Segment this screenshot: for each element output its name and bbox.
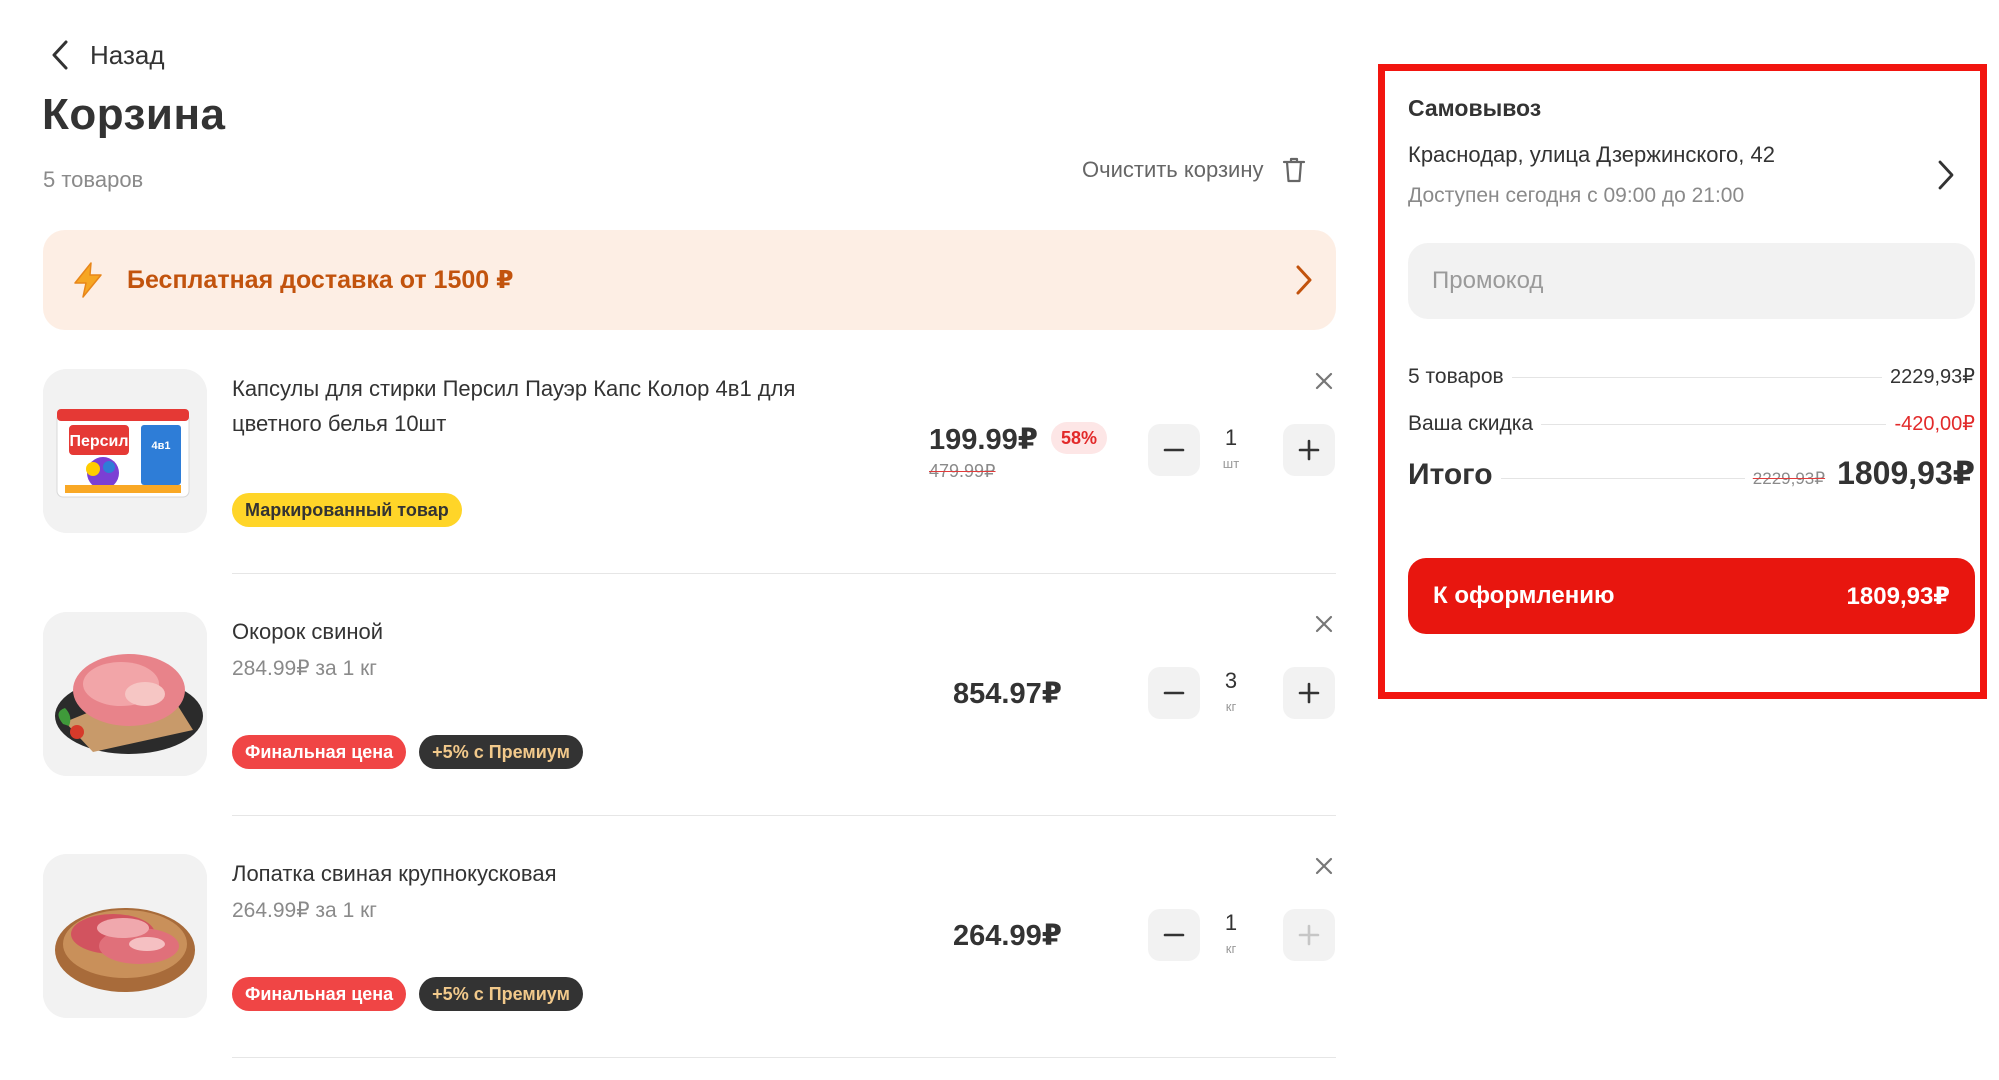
discount-value: -420,00₽ bbox=[1894, 413, 1975, 435]
checkout-total: 1809,93₽ bbox=[1846, 582, 1950, 610]
decrease-button[interactable] bbox=[1148, 424, 1200, 476]
clear-cart-button[interactable]: Очистить корзину bbox=[1082, 156, 1306, 184]
increase-button[interactable] bbox=[1283, 424, 1335, 476]
discount-label: Ваша скидка bbox=[1408, 412, 1534, 435]
minus-icon bbox=[1163, 933, 1185, 937]
item-divider bbox=[232, 1057, 1336, 1058]
quantity-value: 1 bbox=[1224, 425, 1238, 450]
product-name[interactable]: Лопатка свиная крупнокусковая bbox=[232, 856, 832, 891]
chevron-left-icon bbox=[52, 40, 68, 70]
product-price: 854.97₽ bbox=[953, 678, 1062, 710]
checkout-label: К оформлению bbox=[1433, 582, 1615, 609]
tag-final-price: Финальная цена bbox=[232, 735, 407, 769]
product-name[interactable]: Капсулы для стирки Персил Пауэр Капс Кол… bbox=[232, 371, 832, 441]
quantity-value: 3 bbox=[1224, 668, 1238, 693]
close-icon[interactable] bbox=[1313, 370, 1335, 392]
goods-value: 2229,93₽ bbox=[1889, 366, 1975, 388]
close-icon[interactable] bbox=[1313, 855, 1335, 877]
total-value: 1809,93₽ bbox=[1837, 455, 1975, 491]
tag-premium: +5% с Премиум bbox=[419, 735, 583, 769]
svg-text:Персил: Персил bbox=[69, 433, 128, 450]
total-row: Итого 2229,93₽ 1809,93₽ bbox=[1408, 454, 1975, 492]
discount-badge: 58% bbox=[1051, 422, 1108, 454]
minus-icon bbox=[1163, 448, 1185, 452]
items-count: 5 товаров bbox=[43, 167, 144, 192]
unit-price: 284.99₽ за 1 кг bbox=[232, 657, 377, 680]
cart-item: Персил 4в1 Капсулы для стирки Персил Пау… bbox=[43, 369, 1336, 534]
quantity-unit: шт bbox=[1222, 456, 1240, 471]
clear-cart-label: Очистить корзину bbox=[1082, 157, 1264, 182]
product-image bbox=[43, 612, 207, 776]
svg-text:4в1: 4в1 bbox=[152, 440, 171, 452]
unit-price: 264.99₽ за 1 кг bbox=[232, 899, 377, 922]
trash-icon bbox=[1282, 157, 1305, 183]
discount-row: Ваша скидка -420,00₽ bbox=[1408, 411, 1975, 436]
product-image: Персил 4в1 bbox=[43, 369, 207, 533]
chevron-right-icon bbox=[1296, 265, 1312, 295]
tag-final-price: Финальная цена bbox=[232, 977, 407, 1011]
minus-icon bbox=[1163, 691, 1185, 695]
banner-label: Бесплатная доставка от 1500 ₽ bbox=[127, 266, 514, 294]
item-divider bbox=[232, 573, 1336, 574]
cart-item: Лопатка свиная крупнокусковая 264.99₽ за… bbox=[43, 854, 1336, 1019]
item-divider bbox=[232, 815, 1336, 816]
back-label: Назад bbox=[90, 39, 165, 70]
product-price: 199.99₽ bbox=[929, 424, 1038, 456]
quantity-unit: кг bbox=[1225, 941, 1237, 956]
plus-icon bbox=[1298, 924, 1320, 946]
decrease-button[interactable] bbox=[1148, 909, 1200, 961]
increase-button[interactable] bbox=[1283, 909, 1335, 961]
pickup-address[interactable]: Краснодар, улица Дзержинского, 42 bbox=[1408, 142, 1775, 168]
product-price: 264.99₽ bbox=[953, 920, 1062, 952]
close-icon[interactable] bbox=[1313, 613, 1335, 635]
cart-item: Окорок свиной 284.99₽ за 1 кг Финальная … bbox=[43, 612, 1336, 777]
tag-premium: +5% с Премиум bbox=[419, 977, 583, 1011]
total-old-price: 2229,93₽ bbox=[1752, 469, 1826, 488]
tag-marked: Маркированный товар bbox=[232, 493, 462, 527]
page-title: Корзина bbox=[42, 90, 226, 139]
plus-icon bbox=[1298, 439, 1320, 461]
chevron-right-icon[interactable] bbox=[1937, 159, 1955, 191]
checkout-button[interactable]: К оформлению 1809,93₽ bbox=[1408, 558, 1975, 634]
total-label: Итого bbox=[1408, 458, 1493, 491]
back-button[interactable]: Назад bbox=[48, 38, 165, 72]
goods-label: 5 товаров bbox=[1408, 365, 1504, 388]
delivery-type: Самовывоз bbox=[1408, 95, 1542, 121]
plus-icon bbox=[1298, 682, 1320, 704]
quantity-unit: кг bbox=[1225, 699, 1237, 714]
decrease-button[interactable] bbox=[1148, 667, 1200, 719]
quantity-value: 1 bbox=[1224, 910, 1238, 935]
product-image bbox=[43, 854, 207, 1018]
promo-code-input[interactable] bbox=[1408, 243, 1975, 319]
product-name[interactable]: Окорок свиной bbox=[232, 614, 832, 649]
increase-button[interactable] bbox=[1283, 667, 1335, 719]
free-delivery-banner[interactable]: Бесплатная доставка от 1500 ₽ bbox=[43, 230, 1336, 330]
lightning-icon bbox=[74, 262, 102, 298]
order-summary-panel: Самовывоз Краснодар, улица Дзержинского,… bbox=[1378, 64, 1987, 699]
pickup-hours: Доступен сегодня с 09:00 до 21:00 bbox=[1408, 184, 1745, 207]
old-price: 479.99₽ bbox=[929, 461, 996, 481]
goods-row: 5 товаров 2229,93₽ bbox=[1408, 364, 1975, 389]
